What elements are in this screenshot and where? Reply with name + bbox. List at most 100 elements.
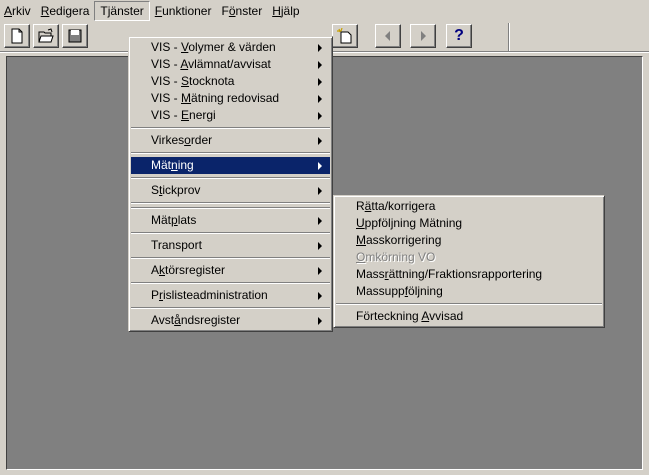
- menu-item-vis-avlamnat[interactable]: VIS - Avlämnat/avvisat: [131, 56, 330, 73]
- mnemonic: O: [356, 250, 366, 264]
- menu-item-vis-energi[interactable]: VIS - Energi: [131, 107, 330, 124]
- menu-redigera[interactable]: Redigera: [36, 1, 95, 21]
- submenu-arrow-icon: [318, 292, 322, 300]
- new-item-button[interactable]: [332, 24, 358, 48]
- mnemonic: U: [356, 216, 365, 230]
- save-disk-icon: [68, 29, 82, 43]
- submenu-arrow-icon: [318, 162, 322, 170]
- submenu-arrow-icon: [318, 61, 322, 69]
- mnemonic: M: [181, 91, 192, 105]
- item-label: tocknota: [189, 74, 235, 88]
- toolbar-separator: [508, 23, 510, 51]
- menu-item-aktorsregister[interactable]: Aktörsregister: [131, 262, 330, 279]
- mnemonic: ö: [228, 4, 236, 18]
- arrow-left-icon: [385, 31, 390, 41]
- menu-item-stickprov[interactable]: Stickprov: [131, 182, 330, 199]
- item-label: Massupp: [356, 284, 405, 298]
- previous-button[interactable]: [375, 24, 401, 48]
- menu-hjalp[interactable]: Hjälp: [267, 1, 304, 21]
- menu-separator: [131, 232, 330, 234]
- menu-item-omkorning-vo: Omkörning VO: [336, 249, 602, 266]
- menu-fonster[interactable]: Fönster: [216, 1, 267, 21]
- mnemonic: E: [181, 108, 190, 122]
- mnemonic: p: [171, 213, 178, 227]
- menu-item-masskorrigering[interactable]: Masskorrigering: [336, 232, 602, 249]
- item-label: mkörning VO: [365, 250, 436, 264]
- menu-item-massrattning[interactable]: Massrättning/Fraktionsrapportering: [336, 266, 602, 283]
- submenu-arrow-icon: [318, 112, 322, 120]
- menu-separator: [131, 207, 330, 209]
- menu-separator: [131, 202, 330, 204]
- item-label: rder: [190, 133, 213, 147]
- mnemonic: å: [174, 313, 181, 327]
- item-label: A: [151, 263, 160, 277]
- menu-item-vis-matning-redovisad[interactable]: VIS - Mätning redovisad: [131, 90, 330, 107]
- submenu-arrow-icon: [318, 267, 322, 275]
- new-document-button[interactable]: [4, 24, 30, 48]
- menu-item-vis-volymer[interactable]: VIS - Volymer & värden: [131, 39, 330, 56]
- item-label: VIS -: [151, 40, 182, 54]
- tjanster-menu: VIS - Volymer & värden VIS - Avlämnat/av…: [128, 36, 333, 332]
- menu-bar: Arkiv Redigera Tjänster Funktioner Fönst…: [0, 0, 649, 22]
- open-folder-button[interactable]: [33, 24, 59, 48]
- menu-item-matning[interactable]: Mätning: [131, 157, 330, 174]
- menu-separator: [336, 303, 602, 305]
- menu-item-ratta-korrigera[interactable]: Rätta/korrigera: [336, 198, 602, 215]
- item-label: tta/korrigera: [371, 199, 436, 213]
- submenu-arrow-icon: [318, 317, 322, 325]
- item-label: lats: [177, 213, 197, 227]
- next-button[interactable]: [410, 24, 436, 48]
- mnemonic: A: [180, 57, 189, 71]
- mnemonic: A: [4, 4, 13, 18]
- menu-item-vis-stocknota[interactable]: VIS - Stocknota: [131, 73, 330, 90]
- item-label: VIS -: [151, 108, 182, 122]
- menu-item-avstandsregister[interactable]: Avståndsregister: [131, 312, 330, 329]
- mnemonic: n: [171, 158, 178, 172]
- submenu-arrow-icon: [318, 242, 322, 250]
- new-document-icon: [11, 28, 23, 44]
- item-label: S: [151, 183, 160, 197]
- menu-item-virkesorder[interactable]: Virkesorder: [131, 132, 330, 149]
- item-label: VIS -: [151, 91, 182, 105]
- item-label: olymer & värden: [188, 40, 276, 54]
- item-label: Virkes: [151, 133, 185, 147]
- menu-label: T: [100, 4, 108, 18]
- menu-item-prislisteadministration[interactable]: Prislisteadministration: [131, 287, 330, 304]
- menu-tjanster[interactable]: Tjänster: [94, 1, 150, 21]
- submenu-arrow-icon: [318, 187, 322, 195]
- item-label: öljning: [408, 284, 443, 298]
- menu-item-transport[interactable]: Transport: [131, 237, 330, 254]
- menu-separator: [131, 282, 330, 284]
- menu-item-forteckning-avvisad[interactable]: Förteckning Avvisad: [336, 308, 602, 325]
- arrow-right-icon: [421, 31, 426, 41]
- help-button[interactable]: ?: [446, 24, 472, 48]
- open-folder-icon: [38, 28, 54, 43]
- submenu-arrow-icon: [318, 217, 322, 225]
- item-label: Mass: [356, 267, 385, 281]
- submenu-arrow-icon: [318, 44, 322, 52]
- menu-separator: [131, 127, 330, 129]
- help-icon: ?: [454, 27, 464, 44]
- menu-label: änster: [110, 4, 144, 18]
- menu-label: unktioner: [162, 4, 212, 18]
- menu-label: jälp: [280, 4, 300, 18]
- menu-funktioner[interactable]: Funktioner: [150, 1, 217, 21]
- mnemonic: F: [154, 4, 163, 18]
- menu-separator: [131, 257, 330, 259]
- item-label: törsregister: [165, 263, 226, 277]
- mnemonic: M: [356, 233, 366, 247]
- save-button[interactable]: [62, 24, 88, 48]
- menu-separator: [131, 152, 330, 154]
- mnemonic: S: [181, 74, 190, 88]
- menu-arkiv[interactable]: Arkiv: [0, 1, 36, 21]
- item-label: Mät: [151, 213, 172, 227]
- menu-item-uppfoljning-matning[interactable]: Uppföljning Mätning: [336, 215, 602, 232]
- item-label: vlämnat/avvisat: [188, 57, 271, 71]
- item-label: Mät: [151, 158, 172, 172]
- item-label: Förteckning: [356, 309, 422, 323]
- item-label: ättning/Fraktionsrapportering: [388, 267, 543, 281]
- menu-item-massuppfoljning[interactable]: Massuppföljning: [336, 283, 602, 300]
- menu-label: rkiv: [12, 4, 31, 18]
- menu-item-matplats[interactable]: Mätplats: [131, 212, 330, 229]
- item-label: VIS -: [151, 57, 181, 71]
